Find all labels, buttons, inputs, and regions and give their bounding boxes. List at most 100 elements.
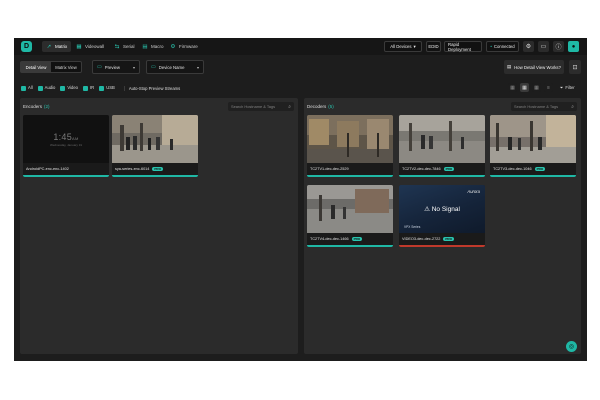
macro-icon: ▤ — [142, 43, 148, 50]
status-line — [399, 175, 485, 177]
station-scene-image — [307, 115, 393, 163]
no-signal-message: ⚠ No Signal — [399, 205, 485, 213]
tab-matrix[interactable]: ➚ Matrix — [42, 41, 72, 52]
pro-badge: PRO — [443, 167, 455, 171]
help-book-icon: ▤ — [507, 64, 512, 69]
tab-videowall[interactable]: ▦ Videowall — [72, 41, 108, 52]
video-preview — [490, 115, 576, 163]
grid-large-icon[interactable]: ▦ — [532, 83, 541, 92]
grid-medium-icon[interactable]: ▦ — [520, 83, 529, 92]
funnel-icon: ⏷ — [560, 85, 564, 90]
monitor-icon: ▭ — [97, 64, 102, 70]
app-logo: D — [21, 41, 32, 52]
detail-view-button[interactable]: Detail View — [21, 62, 51, 72]
how-detail-view-works-button[interactable]: ▤ How Detail View Works? — [504, 60, 564, 74]
clock-ampm: AM — [72, 135, 79, 141]
search-icon: ⌕ — [571, 103, 574, 110]
tab-macro[interactable]: ▤ Macro — [138, 41, 168, 52]
serial-icon: ⇆ — [114, 43, 120, 50]
decoder-card[interactable]: TC2TV2-dec-dec-7846 PRO — [399, 115, 485, 177]
card-info: TC2TV4-dec-dec-1466 PRO — [307, 233, 393, 245]
expand-button[interactable]: ⊡ — [569, 60, 581, 74]
firmware-icon: ⚙ — [170, 43, 176, 50]
encoders-panel: Encoders (2) Search Hostname & Tags ⌕ 1:4… — [20, 98, 298, 354]
top-navigation-bar: D ➚ Matrix ▦ Videowall ⇆ Serial ▤ Macro … — [14, 38, 587, 55]
pro-badge: PRO — [534, 167, 546, 171]
device-name-select[interactable]: ▭ Device Name ▾ — [146, 60, 204, 74]
pro-badge: PRO — [152, 167, 163, 171]
filter-audio[interactable]: Audio — [37, 85, 55, 91]
encoder-card[interactable]: 1:45AM Wednesday, January 31 AndroidPC-e… — [23, 115, 109, 177]
video-preview — [112, 115, 198, 163]
stream-filters: All Audio Video IR USB Auto-Stop Preview… — [21, 84, 180, 92]
filter-video[interactable]: Video — [60, 85, 79, 91]
rapid-deployment-button[interactable]: Rapid Deployment — [444, 41, 482, 52]
tab-firmware[interactable]: ⚙ Firmware — [166, 41, 202, 52]
decoders-panel: Decoders (5) Search Hostname & Tags ⌕ TC… — [304, 98, 581, 354]
how-label: How Detail View Works? — [514, 64, 561, 70]
chevron-down-icon: ▾ — [132, 64, 135, 70]
device-hostname: TC2TV1-dec-dec-2529 — [310, 167, 349, 171]
device-filter-value: All Devices — [390, 44, 412, 49]
monitor-icon: ▭ — [540, 44, 547, 50]
station-scene-image — [399, 115, 485, 163]
edid-button[interactable]: EDID — [426, 41, 441, 52]
encoders-search-input[interactable]: Search Hostname & Tags ⌕ — [228, 102, 294, 111]
list-icon[interactable]: ≡ — [544, 83, 553, 92]
tab-label: Macro — [151, 44, 164, 49]
search-placeholder: Search Hostname & Tags — [231, 104, 276, 109]
filter-usb[interactable]: USB — [99, 85, 115, 91]
status-line — [112, 175, 198, 177]
clock-hours: 1:45 — [53, 131, 73, 142]
panel-title-text: Decoders — [307, 104, 327, 109]
video-preview — [307, 115, 393, 163]
tab-label: Serial — [123, 44, 135, 49]
user-button[interactable]: ● — [568, 41, 579, 52]
info-button[interactable]: ⓘ — [553, 41, 564, 52]
device-hostname: TC2TV4-dec-dec-1466 — [310, 237, 349, 241]
decoder-card[interactable]: TC2TV3-dec-dec-1046 PRO — [490, 115, 576, 177]
decoder-card[interactable]: TC2TV1-dec-dec-2529 — [307, 115, 393, 177]
search-icon: ⌕ — [288, 103, 291, 110]
monitor-button[interactable]: ▭ — [538, 41, 549, 52]
decoder-card[interactable]: Aurora ⚠ No Signal VPX Series VIDEO3-dec… — [399, 185, 485, 247]
filter-label: Video — [67, 85, 79, 91]
search-placeholder: Search Hostname & Tags — [514, 104, 559, 109]
info-icon: ⓘ — [555, 45, 562, 51]
pro-badge: PRO — [443, 237, 454, 241]
status-line — [399, 245, 485, 247]
connection-status[interactable]: • Connected — [486, 41, 519, 52]
pro-badge: PRO — [351, 237, 363, 241]
filter-button[interactable]: ⏷ Filter — [560, 83, 575, 92]
no-signal-text: No Signal — [431, 206, 460, 213]
filter-ir[interactable]: IR — [83, 85, 94, 91]
checkbox-icon — [99, 85, 105, 91]
clock-time: 1:45AM — [53, 132, 78, 142]
layout-size-buttons: ▦ ▦ ▦ ≡ — [508, 83, 553, 92]
status-line — [490, 175, 576, 177]
filter-all[interactable]: All — [21, 85, 33, 91]
encoders-title: Encoders (2) — [23, 104, 50, 109]
settings-button[interactable]: ⚙ — [523, 41, 534, 52]
matrix-view-button[interactable]: Matrix View — [51, 62, 81, 72]
rapid-deployment-label: Rapid Deployment — [448, 41, 471, 52]
expand-icon: ⊡ — [572, 64, 578, 71]
grid-small-icon[interactable]: ▦ — [508, 83, 517, 92]
decoders-title: Decoders (5) — [307, 104, 334, 109]
card-info: TC2TV3-dec-dec-1046 PRO — [490, 163, 576, 175]
preview-select[interactable]: ▭ Preview ▾ — [92, 60, 140, 74]
tab-label: Matrix — [55, 44, 68, 49]
device-name-label: Device Name — [158, 64, 185, 70]
device-filter-select[interactable]: All Devices ▾ — [384, 41, 422, 52]
decoders-search-input[interactable]: Search Hostname & Tags ⌕ — [511, 102, 577, 111]
tag-icon: ▭ — [151, 64, 156, 70]
filter-button-label: Filter — [565, 85, 575, 90]
preview-label: Preview — [104, 64, 121, 70]
autostop-preview-toggle[interactable]: Auto-Stop Preview Streams — [123, 85, 180, 91]
encoder-card[interactable]: sya-series-enc-6014 PRO — [112, 115, 198, 177]
checkbox-icon — [37, 85, 43, 91]
floating-action-button[interactable]: ◎ — [566, 341, 577, 352]
series-label: VPX Series — [404, 225, 421, 229]
decoder-card[interactable]: TC2TV4-dec-dec-1466 PRO — [307, 185, 393, 247]
tab-serial[interactable]: ⇆ Serial — [110, 41, 139, 52]
